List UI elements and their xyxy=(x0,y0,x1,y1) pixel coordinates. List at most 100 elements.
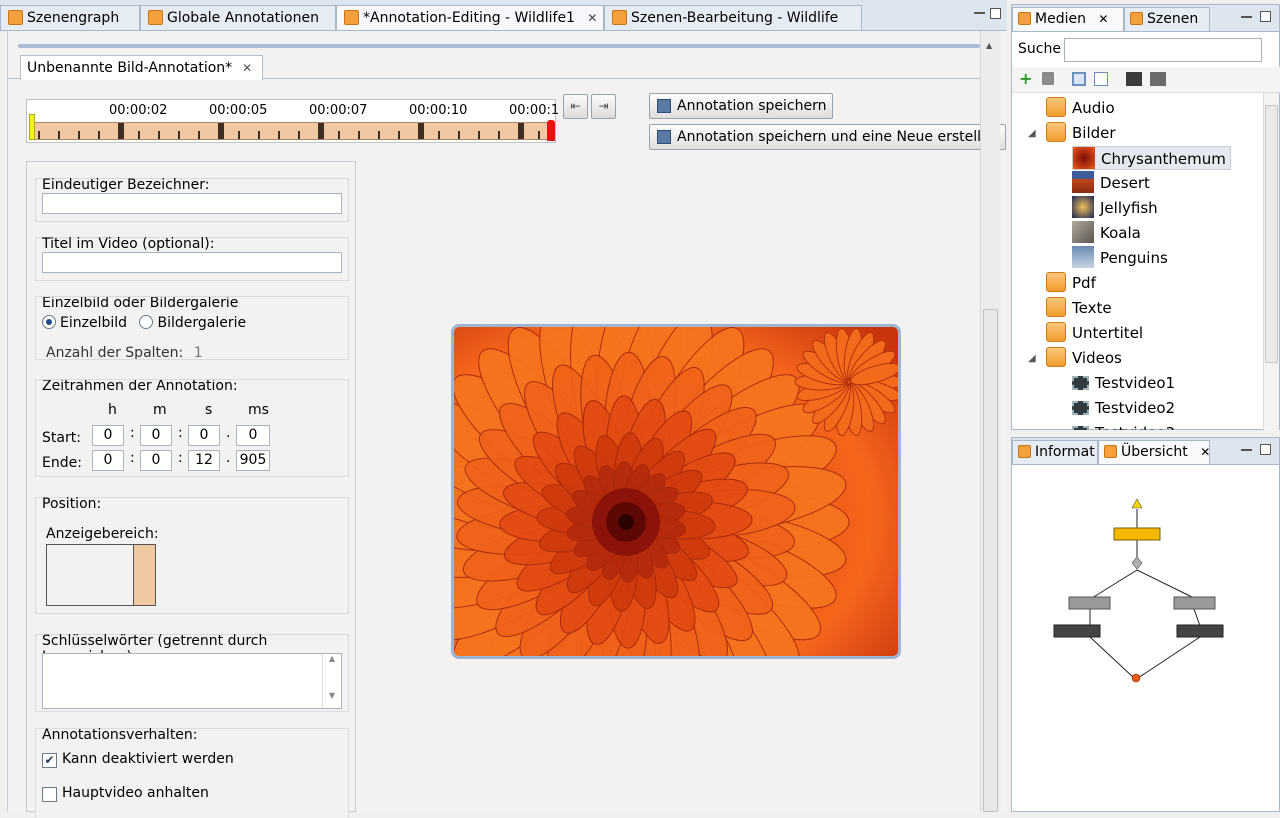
save-annotation-button[interactable]: Annotation speichern xyxy=(649,93,834,119)
separator: : xyxy=(178,425,183,441)
end-m-input[interactable]: 0 xyxy=(140,450,172,471)
tab-annotation-editing[interactable]: *Annotation-Editing - Wildlife1 ✕ xyxy=(336,5,604,30)
expanded-arrow-icon[interactable]: ◢ xyxy=(1028,122,1036,146)
expanded-arrow-icon[interactable]: ◢ xyxy=(1028,347,1036,371)
jump-end-icon[interactable]: ⇥ xyxy=(591,94,616,119)
end-ms-input[interactable]: 905 xyxy=(236,450,270,471)
clapper-icon[interactable] xyxy=(1126,72,1142,86)
close-icon[interactable]: ✕ xyxy=(587,11,597,25)
tree-item-videos[interactable]: ◢ Videos xyxy=(1028,346,1122,370)
tree-item-chrysanthemum[interactable]: Chrysanthemum xyxy=(1072,146,1231,170)
maximize-icon[interactable] xyxy=(1260,11,1271,22)
clapper-multi-icon[interactable] xyxy=(1150,72,1166,86)
end-h-input[interactable]: 0 xyxy=(92,450,124,471)
tree-item-pdf[interactable]: Pdf xyxy=(1046,271,1096,295)
tree-item-audio[interactable]: Audio xyxy=(1046,96,1115,120)
start-m-input[interactable]: 0 xyxy=(140,425,172,446)
tree-item-testvideo1[interactable]: Testvideo1 xyxy=(1072,371,1175,395)
end-s-input[interactable]: 12 xyxy=(188,450,220,471)
close-icon[interactable]: ✕ xyxy=(1200,445,1210,459)
minimize-icon[interactable] xyxy=(974,11,985,14)
tree-item-jellyfish[interactable]: Jellyfish xyxy=(1072,196,1158,220)
tree-item-testvideo3[interactable]: Testvideo3 xyxy=(1072,421,1175,430)
tree-item-texte[interactable]: Texte xyxy=(1046,296,1112,320)
tree-item-label: Audio xyxy=(1072,99,1115,117)
keywords-input[interactable] xyxy=(42,653,342,709)
scroll-up-icon[interactable]: ▲ xyxy=(323,654,341,663)
decision-node-icon[interactable] xyxy=(1131,556,1143,570)
tab-szenengraph[interactable]: Szenengraph xyxy=(0,5,140,30)
save-icon xyxy=(657,130,671,144)
scroll-thumb[interactable] xyxy=(1265,105,1278,363)
tree-scrollbar[interactable] xyxy=(1263,93,1279,431)
start-s-input[interactable]: 0 xyxy=(188,425,220,446)
tree-item-untertitel[interactable]: Untertitel xyxy=(1046,321,1143,345)
start-ms-input[interactable]: 0 xyxy=(236,425,270,446)
tab-medien[interactable]: Medien ✕ xyxy=(1012,7,1124,31)
editor-scrollbar[interactable]: ▲ xyxy=(980,31,1000,812)
node-scene-1[interactable] xyxy=(1053,624,1101,638)
minimize-icon[interactable] xyxy=(1241,448,1252,451)
radio-bildergalerie[interactable]: Bildergalerie xyxy=(139,315,246,331)
node-scene-2[interactable] xyxy=(1176,624,1224,638)
timeline-label: 00:00:10 xyxy=(409,103,468,118)
annotation-form: Eindeutiger Bezeichner: Titel im Video (… xyxy=(26,161,356,818)
col-h: h xyxy=(108,402,117,418)
node-wildlife[interactable] xyxy=(1113,527,1161,541)
timeline-major-tick xyxy=(318,123,324,139)
timeline[interactable]: 00:00:02 00:00:05 00:00:07 00:00:10 00:0… xyxy=(26,99,559,143)
timeline-end-marker[interactable] xyxy=(547,120,555,141)
display-area-region[interactable] xyxy=(133,545,155,605)
close-icon[interactable]: ✕ xyxy=(1098,12,1108,26)
node-annotation-1[interactable] xyxy=(1068,596,1111,610)
tab-szenen[interactable]: Szenen xyxy=(1124,7,1210,31)
timeline-start-marker[interactable] xyxy=(29,114,35,140)
tab-szenen-bearbeitung[interactable]: Szenen-Bearbeitung - Wildlife xyxy=(604,5,862,30)
expand-icon[interactable] xyxy=(1072,72,1086,86)
jump-start-icon[interactable]: ⇤ xyxy=(563,94,588,119)
node-annotation-2[interactable] xyxy=(1173,596,1216,610)
video-icon xyxy=(1072,376,1089,390)
behavior-group: Annotationsverhalten: ✔ Kann deaktiviert… xyxy=(35,727,349,818)
maximize-icon[interactable] xyxy=(1260,444,1271,455)
scroll-thumb[interactable] xyxy=(983,309,998,812)
save-and-new-button[interactable]: Annotation speichern und eine Neue erste… xyxy=(649,124,1006,150)
tree-item-testvideo2[interactable]: Testvideo2 xyxy=(1072,396,1175,420)
tab-uebersicht[interactable]: Übersicht ✕ xyxy=(1098,440,1210,464)
timeline-tick xyxy=(78,131,80,139)
radio-einzelbild[interactable]: Einzelbild xyxy=(42,315,127,331)
delete-icon[interactable] xyxy=(1042,72,1054,85)
display-area-box[interactable] xyxy=(46,544,156,606)
timeline-tick xyxy=(58,131,60,139)
start-h-input[interactable]: 0 xyxy=(92,425,124,446)
tree-item-bilder[interactable]: ◢ Bilder xyxy=(1028,121,1116,145)
scroll-down-icon[interactable]: ▼ xyxy=(323,691,341,700)
radio-icon xyxy=(139,315,154,329)
identifier-input[interactable] xyxy=(42,193,342,214)
tree-item-koala[interactable]: Koala xyxy=(1072,221,1141,245)
deactivate-checkbox[interactable]: ✔ xyxy=(42,753,57,768)
close-icon[interactable]: ✕ xyxy=(242,56,252,81)
minimize-icon[interactable] xyxy=(1241,15,1252,18)
tab-information[interactable]: Informat xyxy=(1012,440,1098,464)
add-icon[interactable]: + xyxy=(1019,69,1032,88)
scene-graph-overview[interactable] xyxy=(1012,466,1279,811)
tree-item-desert[interactable]: Desert xyxy=(1072,171,1150,195)
folder-icon xyxy=(1046,122,1066,142)
scroll-up-icon[interactable]: ▲ xyxy=(986,41,992,50)
pause-checkbox[interactable] xyxy=(42,787,57,802)
annotation-icon xyxy=(344,10,359,25)
tab-globale-annotationen[interactable]: Globale Annotationen xyxy=(140,5,336,30)
collapse-icon[interactable] xyxy=(1094,72,1108,86)
tree-item-penguins[interactable]: Penguins xyxy=(1072,246,1168,270)
subtab-bild-annotation[interactable]: Unbenannte Bild-Annotation* ✕ xyxy=(20,55,264,81)
timeframe-group: Zeitrahmen der Annotation: h m s ms Star… xyxy=(35,379,349,477)
timeline-bar[interactable] xyxy=(29,122,553,140)
end-node-icon[interactable] xyxy=(1131,673,1141,683)
display-area-label: Anzeigebereich: xyxy=(46,526,159,542)
search-input[interactable] xyxy=(1064,38,1262,62)
maximize-icon[interactable] xyxy=(990,8,1001,19)
start-node-icon[interactable] xyxy=(1131,498,1143,509)
keywords-scrollbar[interactable]: ▲ ▼ xyxy=(322,654,341,708)
title-input[interactable] xyxy=(42,252,342,273)
